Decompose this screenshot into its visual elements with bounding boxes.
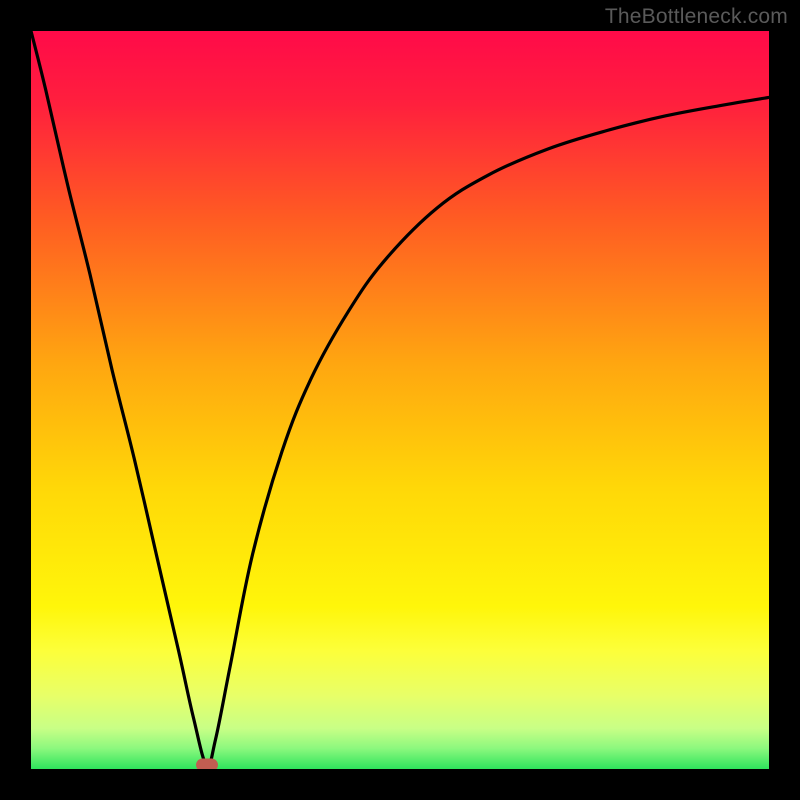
vertex-marker	[196, 759, 218, 769]
plot-area	[31, 31, 769, 769]
watermark-text: TheBottleneck.com	[605, 5, 788, 29]
bottleneck-curve	[31, 31, 769, 769]
